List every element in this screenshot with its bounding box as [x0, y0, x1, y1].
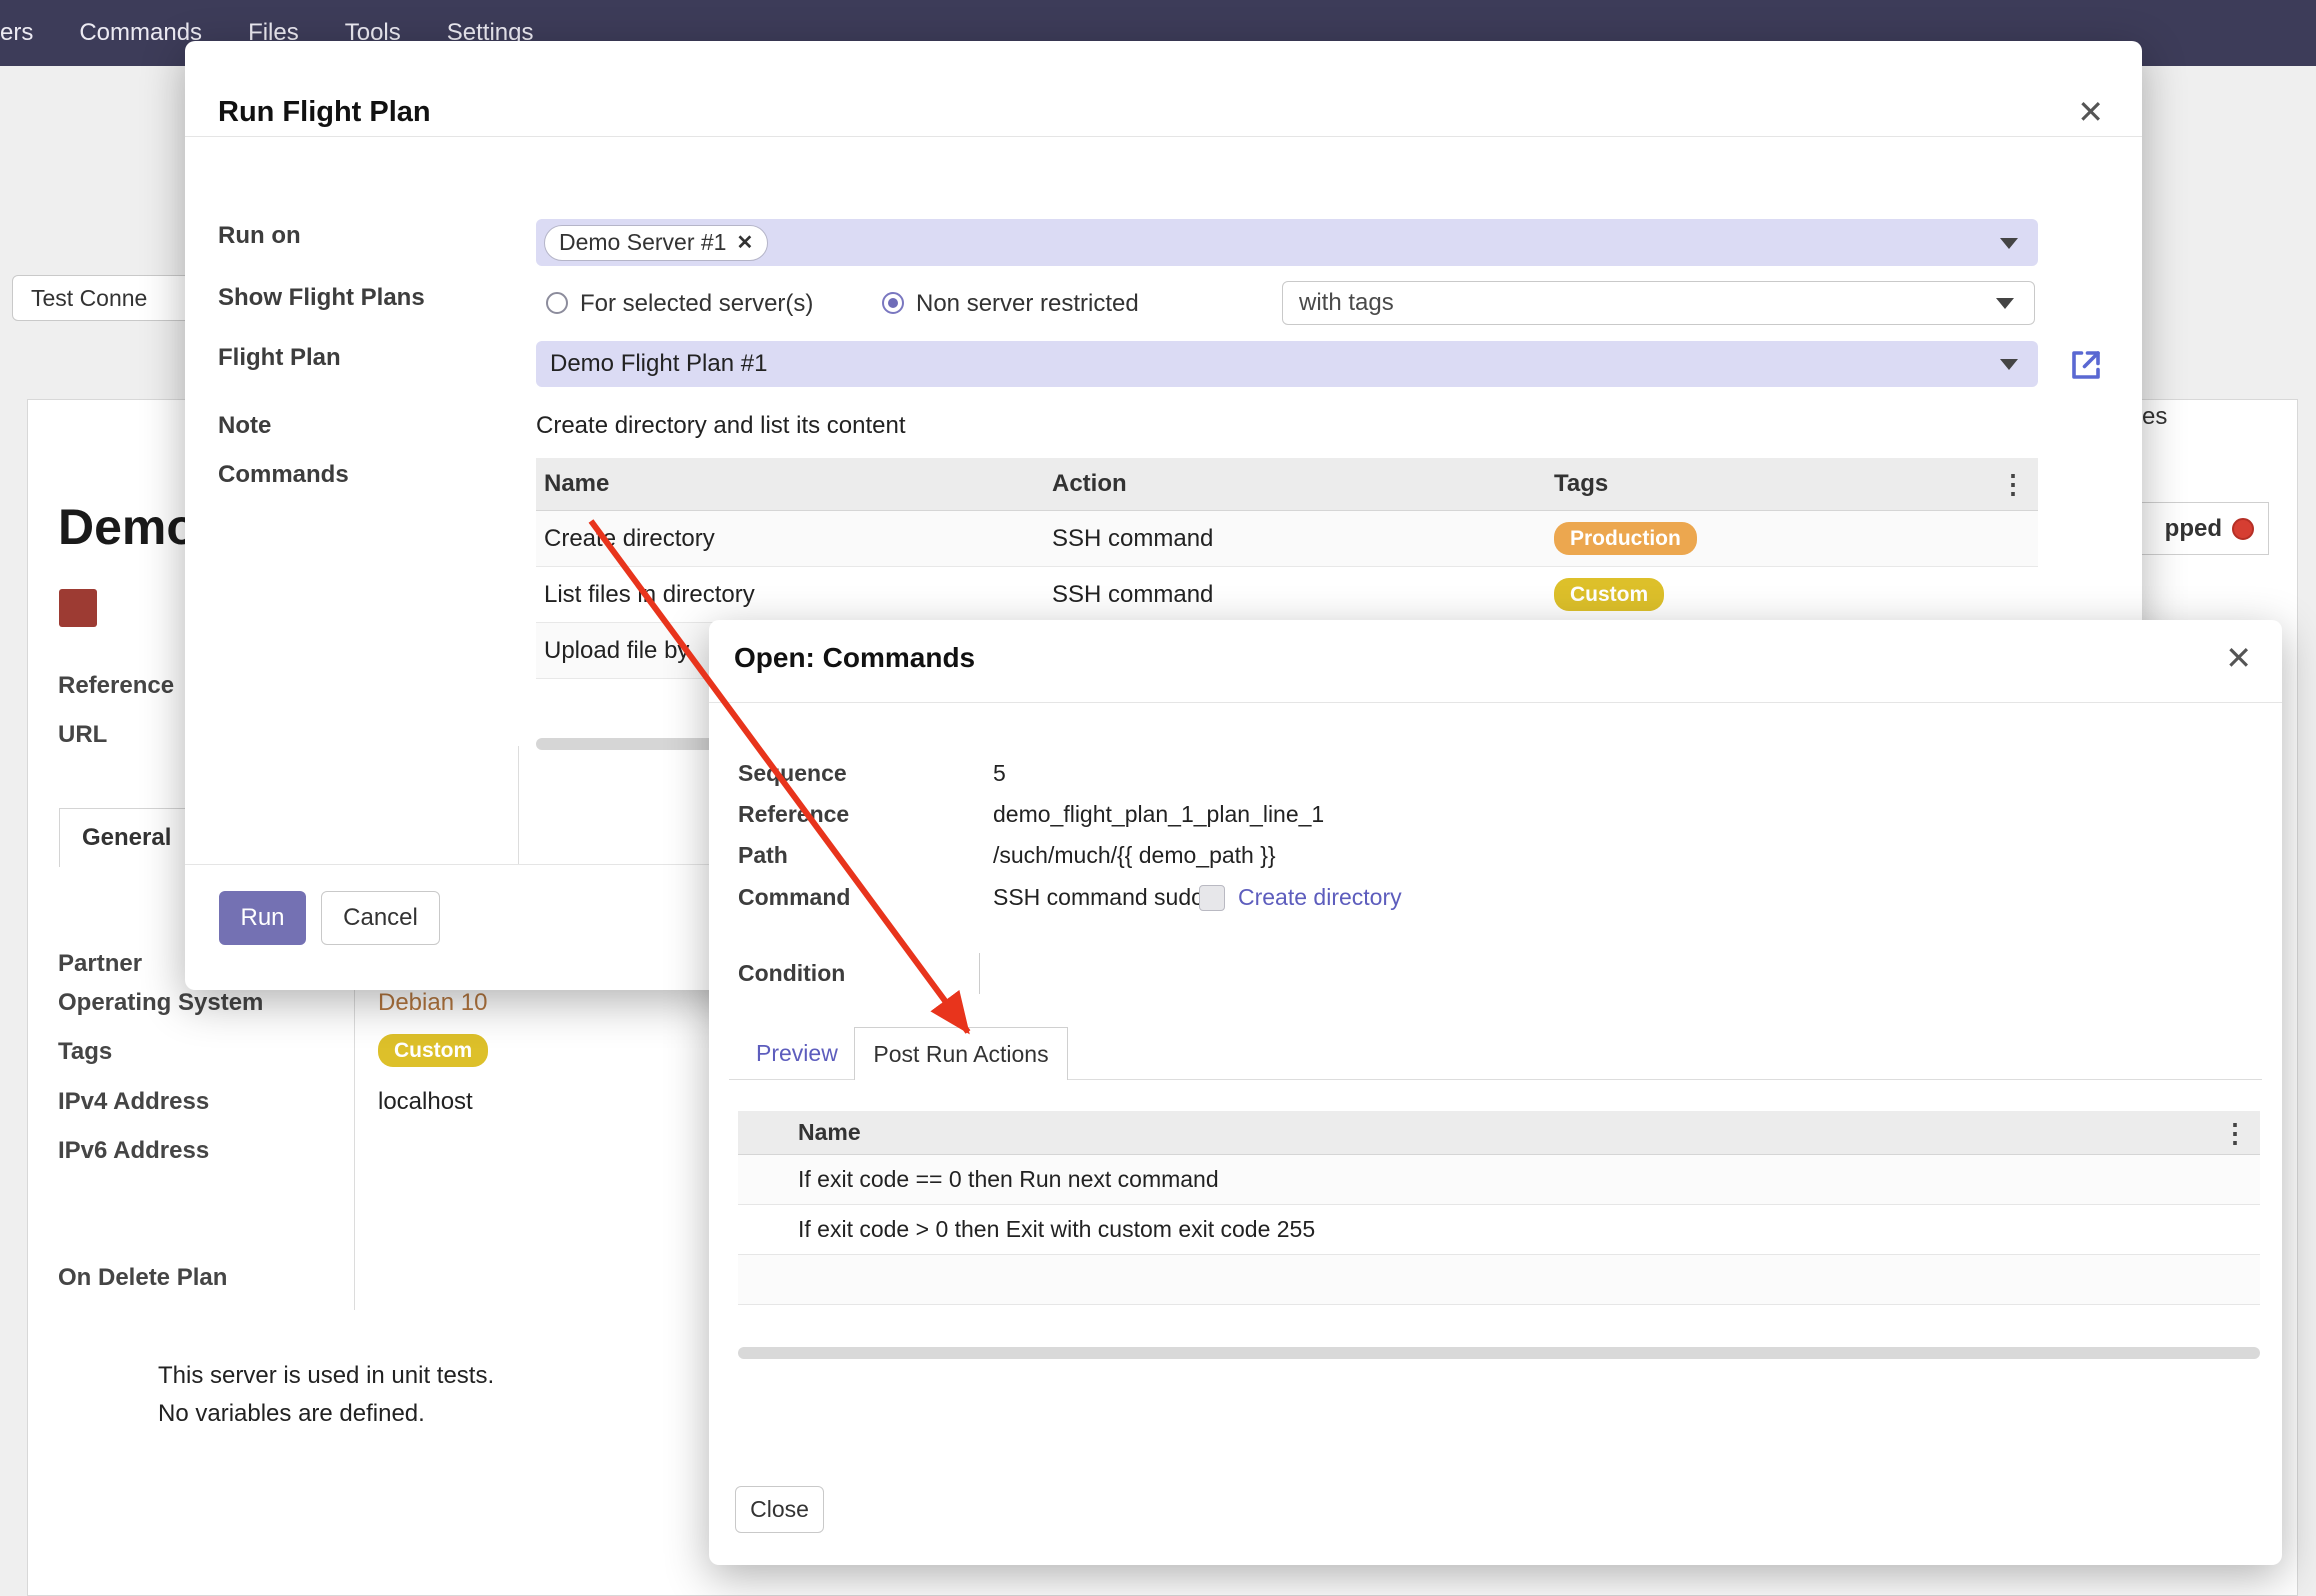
external-link-icon[interactable]: [2068, 347, 2104, 383]
partner-label: Partner: [58, 950, 142, 978]
server-tag-chip: Demo Server #1 ✕: [544, 225, 768, 261]
color-swatch[interactable]: [59, 589, 97, 627]
server-tag-label: Demo Server #1: [559, 229, 726, 256]
cell-action: SSH command: [1044, 581, 1546, 609]
form-column-separator: [354, 945, 355, 1310]
col-action: Action: [1044, 470, 1546, 498]
path-label: Path: [738, 842, 788, 869]
radio-for-selected-servers-label[interactable]: For selected server(s): [580, 290, 813, 318]
run-on-field[interactable]: Demo Server #1 ✕: [536, 219, 2038, 266]
custom-badge: Custom: [378, 1034, 488, 1067]
status-widget[interactable]: pped: [2127, 502, 2269, 555]
reference-value: demo_flight_plan_1_plan_line_1: [993, 801, 1324, 828]
header-divider: [185, 136, 2142, 137]
flight-plan-label: Flight Plan: [218, 344, 341, 372]
nav-item-servers[interactable]: vers: [0, 19, 33, 47]
col-name: Name: [798, 1119, 2260, 1146]
table-row[interactable]: Create directory SSH command Production: [536, 511, 2038, 567]
table-row[interactable]: List files in directory SSH command Cust…: [536, 567, 2038, 623]
show-flight-plans-label: Show Flight Plans: [218, 284, 425, 312]
command-value: SSH command sudo: [993, 884, 1204, 911]
run-button[interactable]: Run: [219, 891, 306, 945]
with-tags-select[interactable]: with tags: [1282, 281, 2035, 325]
cancel-button[interactable]: Cancel: [321, 891, 440, 945]
condition-field-border: [979, 953, 980, 994]
radio-non-server-restricted-label[interactable]: Non server restricted: [916, 290, 1139, 318]
sequence-value: 5: [993, 760, 1006, 787]
status-label: pped: [2165, 515, 2222, 543]
ipv4-value: localhost: [378, 1088, 473, 1116]
ipv4-label: IPv4 Address: [58, 1088, 209, 1116]
col-name: Name: [536, 470, 1044, 498]
run-on-label: Run on: [218, 222, 301, 250]
cell-tags: Production: [1546, 522, 2038, 555]
flight-plan-value: Demo Flight Plan #1: [550, 350, 767, 378]
table-header-row: Name Action Tags ⋮: [536, 458, 2038, 511]
radio-non-server-restricted[interactable]: [882, 292, 904, 314]
condition-label: Condition: [738, 960, 845, 987]
notes-fragment: es: [2142, 403, 2167, 431]
url-label: URL: [58, 721, 107, 749]
run-dialog-title: Run Flight Plan: [218, 96, 431, 129]
radio-for-selected-servers[interactable]: [546, 292, 568, 314]
os-value[interactable]: Debian 10: [378, 989, 487, 1017]
open-commands-dialog: Open: Commands ✕ Sequence 5 Reference de…: [709, 620, 2282, 1565]
tab-preview[interactable]: Preview: [756, 1040, 838, 1067]
remove-tag-icon[interactable]: ✕: [736, 230, 753, 255]
close-icon[interactable]: ✕: [2225, 642, 2252, 674]
kebab-menu-icon[interactable]: ⋮: [2222, 1120, 2248, 1146]
panel-border: [518, 746, 519, 864]
tags-label: Tags: [58, 1038, 112, 1066]
cell-name: If exit code == 0 then Run next command: [798, 1166, 2260, 1193]
ipv6-label: IPv6 Address: [58, 1137, 209, 1165]
cell-name: List files in directory: [536, 581, 1044, 609]
chevron-down-icon[interactable]: [2000, 238, 2018, 249]
with-tags-placeholder: with tags: [1299, 289, 1394, 317]
close-button[interactable]: Close: [735, 1486, 824, 1533]
table-row[interactable]: If exit code == 0 then Run next command: [738, 1155, 2260, 1205]
custom-badge: Custom: [1554, 578, 1664, 611]
note-label: Note: [218, 412, 271, 440]
table-row[interactable]: If exit code > 0 then Exit with custom e…: [738, 1205, 2260, 1255]
cell-tags: Custom: [1546, 578, 2038, 611]
command-label: Command: [738, 884, 850, 911]
on-delete-plan-label: On Delete Plan: [58, 1264, 227, 1292]
create-directory-checkbox[interactable]: [1199, 885, 1225, 911]
commands-dialog-title: Open: Commands: [734, 642, 975, 674]
nav-item-commands[interactable]: Commands: [79, 19, 202, 47]
cell-action: SSH command: [1044, 525, 1546, 553]
path-value: /such/much/{{ demo_path }}: [993, 842, 1276, 869]
header-divider: [709, 702, 2282, 703]
tags-value-badge: Custom: [378, 1034, 488, 1067]
horizontal-scrollbar[interactable]: [738, 1347, 2260, 1359]
table-header-row: Name ⋮: [738, 1111, 2260, 1155]
status-dot-icon: [2232, 518, 2254, 540]
table-row-empty: [738, 1255, 2260, 1305]
close-icon[interactable]: ✕: [2077, 96, 2104, 128]
sequence-label: Sequence: [738, 760, 847, 787]
screen: vers Commands Files Tools Settings Test …: [0, 0, 2316, 1596]
col-tags: Tags: [1546, 470, 2038, 498]
commands-label: Commands: [218, 461, 349, 489]
production-badge: Production: [1554, 522, 1697, 555]
unit-test-note: This server is used in unit tests.: [158, 1362, 494, 1390]
reference-label: Reference: [58, 672, 174, 700]
os-label: Operating System: [58, 989, 263, 1017]
flight-plan-field[interactable]: Demo Flight Plan #1: [536, 341, 2038, 387]
reference-label: Reference: [738, 801, 849, 828]
server-title: Demo: [58, 498, 197, 556]
tab-post-run-actions[interactable]: Post Run Actions: [854, 1027, 1068, 1080]
kebab-menu-icon[interactable]: ⋮: [1992, 471, 2026, 497]
chevron-down-icon[interactable]: [1996, 298, 2014, 309]
cell-name: Create directory: [536, 525, 1044, 553]
post-run-actions-table: Name ⋮ If exit code == 0 then Run next c…: [738, 1111, 2260, 1305]
note-value: Create directory and list its content: [536, 412, 906, 440]
variables-note: No variables are defined.: [158, 1400, 425, 1428]
cell-name: If exit code > 0 then Exit with custom e…: [798, 1216, 2260, 1243]
test-connection-button[interactable]: Test Conne: [12, 275, 204, 321]
chevron-down-icon[interactable]: [2000, 359, 2018, 370]
create-directory-link[interactable]: Create directory: [1238, 884, 1402, 911]
